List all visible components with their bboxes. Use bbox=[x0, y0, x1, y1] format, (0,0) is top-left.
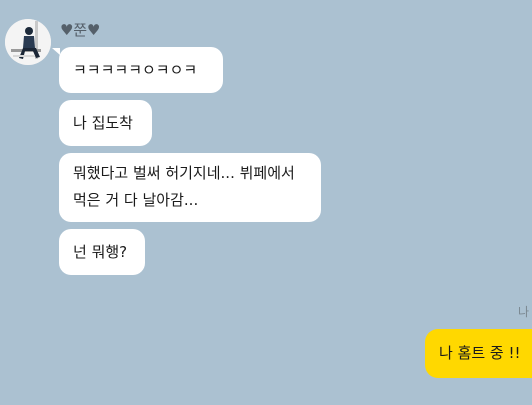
sent-message-meta: 나 bbox=[518, 305, 530, 319]
profile-silhouette-icon bbox=[5, 19, 51, 65]
received-message-bubble[interactable]: ㅋㅋㅋㅋㅋㅇㅋㅇㅋ bbox=[59, 47, 223, 93]
message-text: 나 집도착 bbox=[73, 114, 133, 132]
message-text: 넌 뭐행? bbox=[73, 243, 128, 261]
avatar[interactable] bbox=[5, 19, 51, 65]
message-text-line: 뭐했다고 벌써 허기지네... 뷔페에서 bbox=[73, 164, 295, 182]
received-message-bubble[interactable]: 나 집도착 bbox=[59, 100, 152, 146]
message-text: ㅋㅋㅋㅋㅋㅇㅋㅇㅋ bbox=[73, 61, 198, 79]
message-text: 나 홈트 중 !! bbox=[439, 344, 521, 362]
sender-name: ♥쭌♥ bbox=[60, 21, 101, 39]
sent-message-bubble[interactable]: 나 홈트 중 !! bbox=[425, 329, 532, 378]
received-message-bubble[interactable]: 넌 뭐행? bbox=[59, 229, 145, 275]
received-message-bubble[interactable]: 뭐했다고 벌써 허기지네... 뷔페에서 먹은 거 다 날아감... bbox=[59, 153, 321, 222]
message-text-line: 먹은 거 다 날아감... bbox=[73, 191, 199, 209]
chat-room: ♥쭌♥ ㅋㅋㅋㅋㅋㅇㅋㅇㅋ 나 집도착 뭐했다고 벌써 허기지네... 뷔페에서… bbox=[0, 0, 532, 405]
